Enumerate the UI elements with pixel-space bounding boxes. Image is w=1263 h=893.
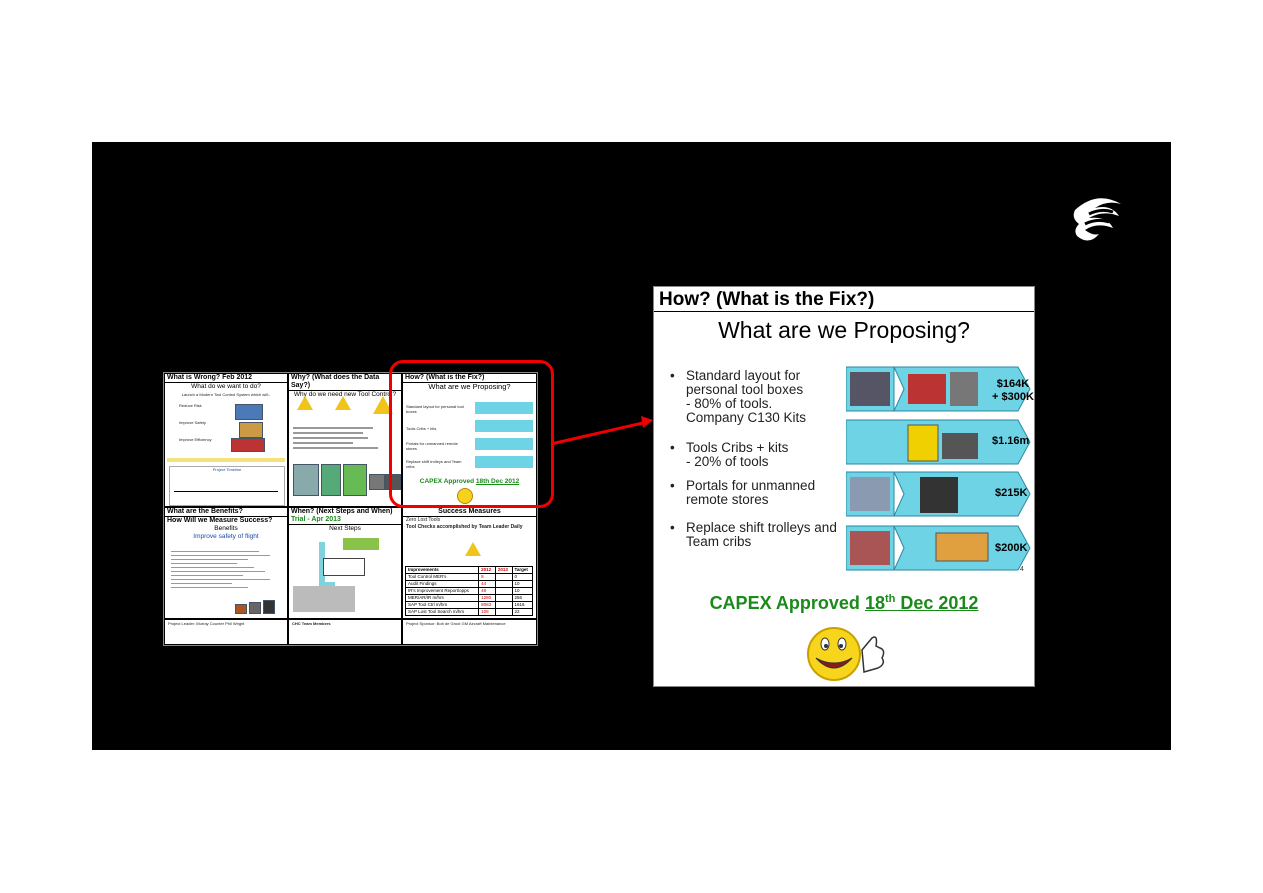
panel-what-is-wrong: What is Wrong? Feb 2012 What do we want … (164, 373, 288, 507)
pointer-arrow-icon (550, 416, 653, 446)
panel-subtitle-2: Improve safety of flight (193, 533, 259, 540)
table-row: IR's Improvement Report/opps 49 10 (404, 587, 534, 595)
q1-item: Reduce Risk (179, 403, 202, 408)
table-row: Audit Findings 44 10 (404, 580, 534, 588)
panel-text: Launch a Modern Tool Control System whic… (181, 392, 271, 397)
panel-when: When? (Next Steps and When) Trial - Apr … (288, 507, 402, 619)
page-number: 4 (1020, 566, 1024, 573)
panel-success: Success Measures Zero Lost Tools Tool Ch… (402, 507, 537, 619)
zoomed-fix-panel: How? (What is the Fix?) What are we Prop… (653, 286, 1035, 687)
metrics-table: Improvements 2012 2013 Target Tool Contr… (404, 566, 534, 616)
table-header: Improvements (404, 566, 480, 574)
table-row: SAP Tool Ctrl m/hrs 8083 1616 (404, 601, 534, 609)
capex-label: CAPEX Approved (709, 593, 860, 613)
capex-date-rest: Dec 2012 (895, 593, 979, 613)
footer-team-right: Project Sponsor: Bob de Groot GM Aircraf… (402, 619, 537, 645)
panel-title: Why? (What does the Data Say?) (289, 374, 401, 391)
footer-text: Project Sponsor: Bob de Groot GM Aircraf… (406, 621, 506, 626)
price-label: $164K + $300K (992, 378, 1034, 403)
footer-team-left: Project Leader: Murray Counter Phil Wrig… (164, 619, 288, 645)
panel-subtitle: Benefits (214, 525, 238, 532)
thumbs-up-smiley-icon (807, 627, 885, 681)
table-header: Target (511, 566, 534, 574)
table-row: SAP Lost Tool Search m/hrs 108 22 (404, 608, 534, 616)
table-header: 2012 (478, 566, 496, 574)
success-line: Zero Lost Tools (406, 517, 441, 523)
panel-subtitle-green: Trial - Apr 2013 (289, 516, 401, 525)
capex-date-day: 18 (864, 593, 885, 613)
q1-item: Improve Safety (179, 420, 206, 425)
zoom-subtitle: What are we Proposing? (718, 317, 970, 343)
panel-title: When? (Next Steps and When) (291, 508, 393, 515)
timeline-title: Project Timeline (212, 467, 242, 472)
slide-background: What is Wrong? Feb 2012 What do we want … (92, 142, 1171, 750)
table-row: Tool Control MER's 8 0 (404, 573, 534, 581)
q1-item: Improve Efficiency (179, 437, 212, 442)
panel-title: What is Wrong? Feb 2012 (165, 374, 287, 383)
price-label: $200K (995, 542, 1028, 554)
footer-text: CHC Team Members (292, 621, 331, 626)
footer-text: Project Leader: Murray Counter Phil Wrig… (168, 621, 245, 626)
highlight-box (389, 360, 554, 508)
panel-title: What are the Benefits? (165, 508, 287, 517)
zoom-title: How? (What is the Fix?) (654, 287, 1034, 312)
panel-title-2: How Will we Measure Success? (167, 517, 273, 524)
table-row: MER/AR/IR m/hrs 1280 256 (404, 594, 534, 602)
price-label: $215K (995, 487, 1028, 499)
panel-title: Success Measures (403, 508, 536, 517)
panel-why: Why? (What does the Data Say?) Why do we… (288, 373, 402, 507)
capex-date-sup: th (884, 593, 896, 605)
table-header: 2013 (494, 566, 513, 574)
success-line: Tool Checks accomplished by Team Leader … (406, 524, 523, 530)
airline-koru-logo-icon (1073, 198, 1121, 241)
panel-subtitle: What do we want to do? (191, 383, 261, 390)
price-label: $1.16m (992, 435, 1030, 447)
panel-subtitle: Next Steps (329, 525, 361, 532)
panel-benefits: What are the Benefits? How Will we Measu… (164, 507, 288, 619)
capex-approved: CAPEX Approved 18th Dec 2012 (654, 593, 1034, 614)
footer-team-mid: CHC Team Members (288, 619, 402, 645)
